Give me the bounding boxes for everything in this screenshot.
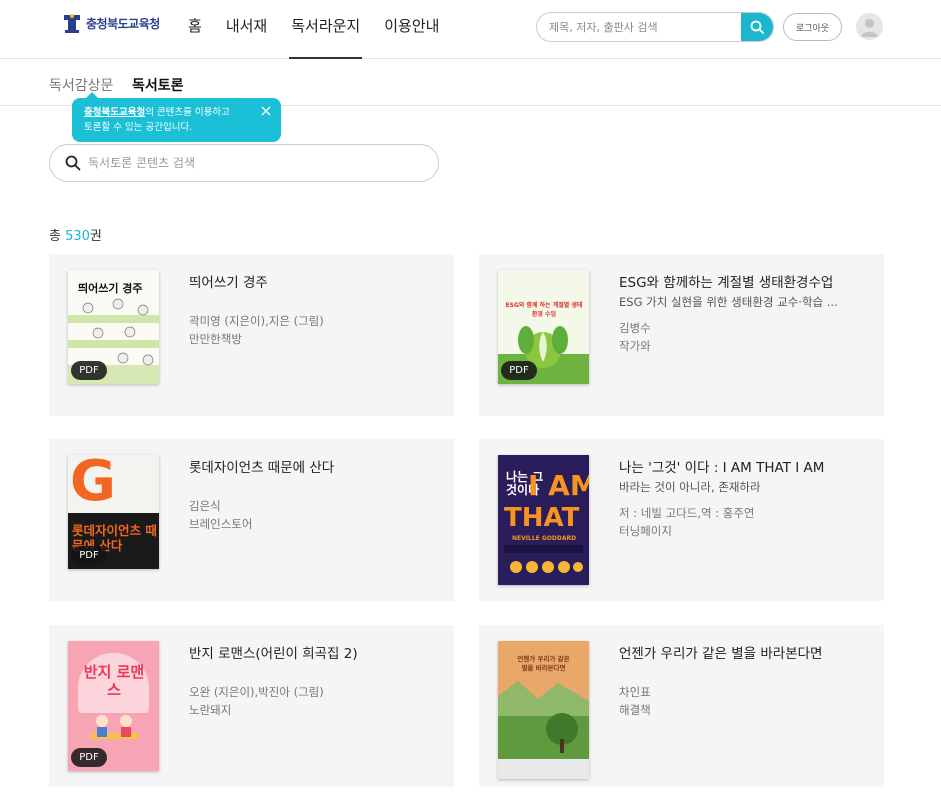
book-publisher: 만만한책방 bbox=[189, 332, 242, 346]
nav-home[interactable]: 홈 bbox=[188, 0, 202, 59]
book-author: 차인표 bbox=[619, 685, 651, 699]
tooltip-line-1: 충청북도교육청의 콘텐츠를 이용하고 bbox=[84, 105, 251, 120]
tooltip-close-button[interactable] bbox=[259, 104, 273, 118]
book-title[interactable]: 띄어쓰기 경주 bbox=[189, 271, 434, 291]
book-card[interactable]: 반지 로맨스 PDF 반지 로맨스(어린이 희곡집 2) 오완 (지은이),박진… bbox=[49, 625, 454, 787]
book-card[interactable]: G 롯데자이언츠 때문에 산다 PDF 롯데자이언츠 때문에 산다 김은식 브레… bbox=[49, 439, 454, 601]
header: 충청북도교육청 홈 내서재 독서라운지 이용안내 로그아웃 bbox=[0, 0, 941, 59]
content-search-input[interactable] bbox=[88, 145, 418, 181]
pdf-badge: PDF bbox=[501, 361, 537, 380]
nav-reading-lounge[interactable]: 독서라운지 bbox=[289, 0, 363, 59]
book-cover[interactable]: 언젠가 우리가 같은 별을 바라본다면 bbox=[498, 641, 589, 779]
pdf-badge: PDF bbox=[71, 748, 107, 767]
book-cover[interactable]: ESG와 함께 하는 계절별 생태환경 수업 PDF bbox=[498, 270, 589, 384]
logo[interactable]: 충청북도교육청 bbox=[62, 12, 160, 34]
search-icon bbox=[65, 155, 81, 171]
header-search-button[interactable] bbox=[741, 13, 773, 41]
tooltip-line-1-rest: 의 콘텐츠를 이용하고 bbox=[145, 107, 230, 118]
book-cover[interactable]: 나는 그것이다 I AM THAT NEVILLE GODDARD bbox=[498, 455, 589, 585]
total-number: 530 bbox=[65, 229, 90, 244]
book-title[interactable]: ESG와 함께하는 계절별 생태환경수업 bbox=[619, 271, 864, 291]
book-author: 오완 (지은이),박진아 (그림) bbox=[189, 685, 324, 699]
book-subtitle: 바라는 것이 아니라, 존재하라 bbox=[619, 480, 761, 494]
book-publisher: 브레인스토어 bbox=[189, 517, 253, 531]
book-cover[interactable]: 반지 로맨스 PDF bbox=[68, 641, 159, 771]
book-publisher: 해결책 bbox=[619, 703, 651, 717]
header-search-input[interactable] bbox=[549, 13, 739, 41]
tab-reading-discussion[interactable]: 독서토론 bbox=[132, 75, 184, 95]
close-icon bbox=[261, 106, 271, 116]
nav-guide[interactable]: 이용안내 bbox=[384, 0, 439, 59]
cover-letter: G bbox=[70, 455, 116, 514]
book-author: 김은식 bbox=[189, 499, 221, 513]
total-suffix: 권 bbox=[89, 229, 102, 244]
logout-button[interactable]: 로그아웃 bbox=[783, 13, 842, 41]
logo-emblem-icon bbox=[62, 12, 82, 34]
cover-illustration bbox=[498, 681, 589, 779]
book-card[interactable]: 나는 그것이다 I AM THAT NEVILLE GODDARD 나는 '그것… bbox=[479, 439, 884, 601]
book-publisher: 터닝페이지 bbox=[619, 524, 672, 538]
info-tooltip: 충청북도교육청의 콘텐츠를 이용하고 토론할 수 있는 공간입니다. bbox=[72, 92, 281, 142]
avatar[interactable] bbox=[856, 13, 883, 40]
book-cover[interactable]: G 롯데자이언츠 때문에 산다 PDF bbox=[68, 455, 159, 569]
user-icon bbox=[861, 19, 878, 37]
book-title[interactable]: 나는 '그것' 이다 : I AM THAT I AM bbox=[619, 456, 864, 476]
header-search bbox=[536, 12, 774, 42]
book-subtitle: ESG 가치 실현을 위한 생태환경 교수·학습 ... bbox=[619, 295, 838, 309]
pdf-badge: PDF bbox=[71, 546, 107, 565]
cover-illustration bbox=[504, 545, 583, 573]
book-card[interactable]: 띄어쓰기 경주 PDF 띄어쓰기 경주 곽미영 (지은이),지은 (그림) 만만… bbox=[49, 254, 454, 416]
logo-text: 충청북도교육청 bbox=[86, 16, 160, 31]
book-publisher: 작가와 bbox=[619, 339, 651, 353]
tooltip-line-2: 토론할 수 있는 공간입니다. bbox=[84, 122, 193, 133]
book-author: 김병수 bbox=[619, 321, 651, 335]
content-search bbox=[49, 144, 439, 182]
book-title[interactable]: 언젠가 우리가 같은 별을 바라본다면 bbox=[619, 642, 864, 662]
book-author: 저 : 네빌 고다드,역 : 홍주연 bbox=[619, 506, 755, 520]
book-title[interactable]: 반지 로맨스(어린이 희곡집 2) bbox=[189, 642, 434, 662]
tooltip-org-link[interactable]: 충청북도교육청 bbox=[84, 107, 145, 118]
pdf-badge: PDF bbox=[71, 361, 107, 380]
book-card[interactable]: ESG와 함께 하는 계절별 생태환경 수업 PDF ESG와 함께하는 계절별… bbox=[479, 254, 884, 416]
book-cover[interactable]: 띄어쓰기 경주 PDF bbox=[68, 270, 159, 384]
book-card[interactable]: 언젠가 우리가 같은 별을 바라본다면 언젠가 우리가 같은 별을 바라본다면 … bbox=[479, 625, 884, 787]
book-title[interactable]: 롯데자이언츠 때문에 산다 bbox=[189, 456, 434, 476]
total-prefix: 총 bbox=[49, 229, 66, 244]
total-count: 총 530권 bbox=[49, 225, 102, 244]
book-publisher: 노란돼지 bbox=[189, 703, 232, 717]
book-author: 곽미영 (지은이),지은 (그림) bbox=[189, 314, 324, 328]
nav-my-library[interactable]: 내서재 bbox=[226, 0, 267, 59]
main-nav: 홈 내서재 독서라운지 이용안내 bbox=[188, 0, 463, 59]
search-icon bbox=[750, 20, 764, 34]
tab-book-report[interactable]: 독서감상문 bbox=[49, 75, 113, 95]
